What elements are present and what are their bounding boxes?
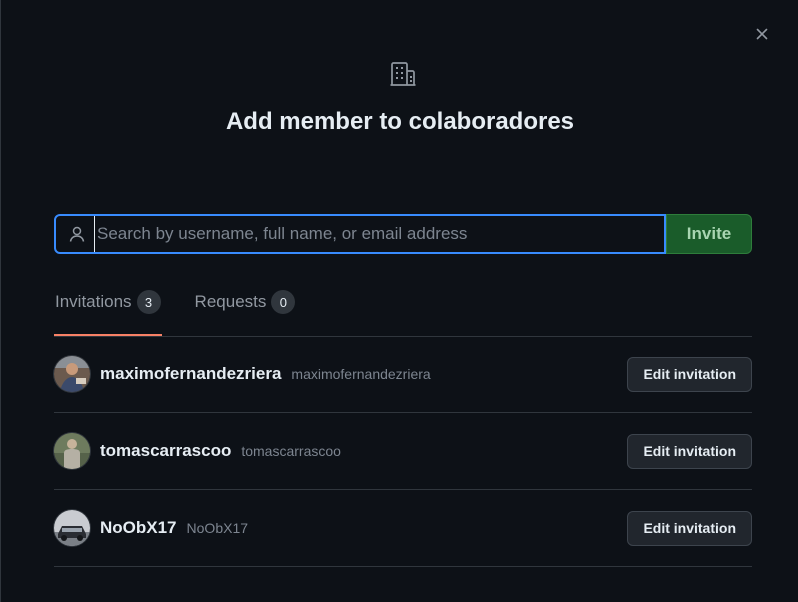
tab-counter: 0 (271, 290, 296, 314)
invitation-tabs: Invitations 3 Requests 0 (54, 282, 752, 337)
close-icon (756, 28, 768, 40)
person-icon (69, 226, 85, 242)
member-login: tomascarrascoo (241, 443, 341, 459)
edit-invitation-button[interactable]: Edit invitation (627, 433, 752, 469)
tab-counter: 3 (136, 290, 161, 314)
avatar[interactable] (54, 356, 90, 392)
avatar[interactable] (54, 510, 90, 546)
list-item: maximofernandezriera maximofernandezrier… (54, 336, 752, 413)
list-item: tomascarrascoo tomascarrascoo Edit invit… (54, 413, 752, 490)
dialog-title: Add member to colaboradores (225, 108, 575, 135)
member-login: NoObX17 (186, 520, 249, 536)
member-login: maximofernandezriera (291, 366, 431, 382)
add-member-dialog: Add member to colaboradores Invite Invit… (0, 0, 798, 602)
invite-search-row: Invite (54, 214, 752, 254)
organization-icon (390, 62, 416, 86)
tab-label: Invitations (55, 292, 132, 311)
tab-invitations[interactable]: Invitations 3 (54, 282, 162, 336)
search-input[interactable] (94, 216, 664, 252)
avatar[interactable] (54, 433, 90, 469)
invite-button[interactable]: Invite (666, 214, 752, 254)
member-name[interactable]: tomascarrascoo (100, 441, 231, 461)
search-box[interactable] (54, 214, 666, 254)
member-name[interactable]: maximofernandezriera (100, 364, 281, 384)
edit-invitation-button[interactable]: Edit invitation (627, 356, 752, 392)
tab-requests[interactable]: Requests 0 (194, 282, 297, 322)
tab-label: Requests (194, 292, 267, 311)
list-item: NoObX17 NoObX17 Edit invitation (54, 490, 752, 567)
invitation-list: maximofernandezriera maximofernandezrier… (54, 336, 752, 567)
member-name[interactable]: NoObX17 (100, 518, 177, 538)
edit-invitation-button[interactable]: Edit invitation (627, 510, 752, 546)
close-button[interactable] (752, 24, 772, 44)
